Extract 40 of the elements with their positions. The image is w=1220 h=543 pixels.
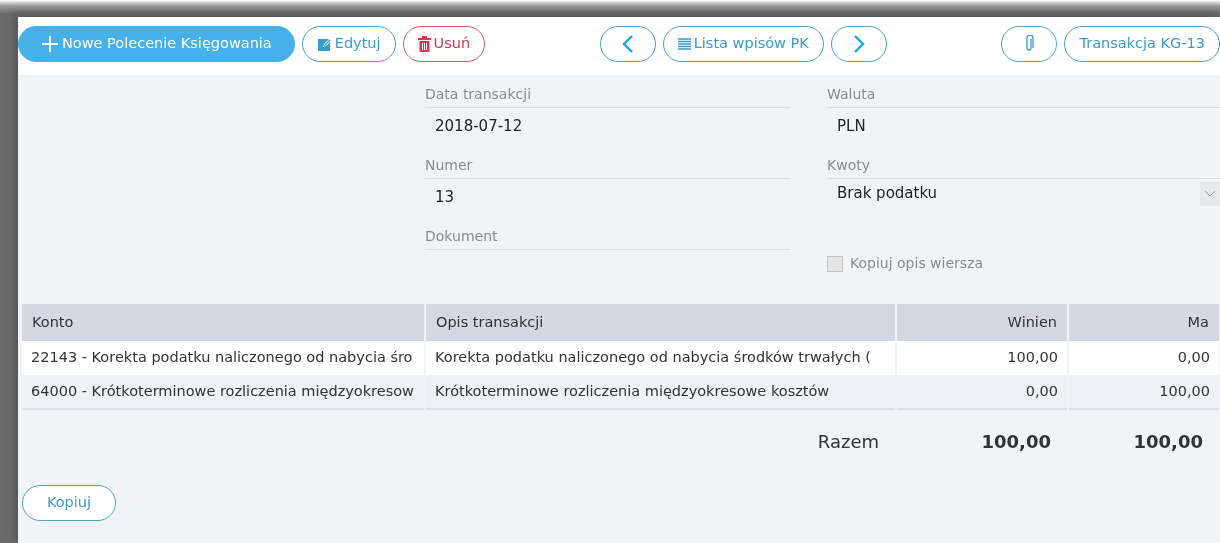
toolbar-button[interactable]: Transakcja KG-13	[1064, 26, 1220, 62]
field-label: Dokument	[425, 226, 790, 250]
column-header[interactable]: Opis transakcji	[425, 304, 896, 341]
delete-button[interactable]: Usuń	[402, 26, 486, 62]
table-cell: Korekta podatku naliczonego od nabycia środków trwałych (	[425, 341, 896, 375]
trash-icon	[417, 36, 431, 52]
total-label: Razem	[816, 430, 880, 454]
field-label: Waluta	[827, 84, 1220, 108]
table-cell: 64000 - Krótkoterminowe rozliczenia międzyokresow	[22, 375, 425, 409]
edit-icon	[316, 36, 332, 52]
paperclip-icon	[1024, 35, 1035, 53]
chevron-right-icon	[852, 34, 865, 54]
attach-button[interactable]	[1001, 26, 1058, 62]
select-field[interactable]: Brak podatku	[827, 179, 1220, 223]
field-value: 13	[434, 187, 456, 208]
field-label: Numer	[425, 155, 790, 179]
table-cell: 100,00	[896, 341, 1068, 375]
table-cell: 22143 - Korekta podatku naliczonego od nabycia śro	[22, 341, 425, 375]
field-label: Data transakcji	[425, 84, 790, 108]
chevron-left-icon	[621, 34, 634, 54]
field-value: 2018-07-12	[434, 116, 524, 137]
column-header[interactable]: Konto	[22, 304, 425, 341]
checkbox-label: Kopiuj opis wiersza	[850, 254, 984, 273]
field-value: PLN	[836, 116, 867, 137]
previous-button[interactable]	[599, 26, 656, 62]
plus-icon	[41, 35, 59, 53]
next-button[interactable]	[830, 26, 887, 62]
toolbar-button[interactable]: Lista wpisów PK	[662, 26, 824, 62]
column-header[interactable]: Ma	[1068, 304, 1220, 341]
table-cell: Krótkoterminowe rozliczenia międzyokresowe kosztów	[425, 375, 896, 409]
table-cell: 0,00	[1068, 341, 1220, 375]
toolbar-button[interactable]: Edytuj	[301, 26, 396, 62]
copy-button[interactable]: Kopiuj	[22, 485, 116, 521]
column-header[interactable]: Winien	[896, 304, 1068, 341]
field-label: Kwoty	[827, 155, 1220, 179]
table-cell: 100,00	[1068, 375, 1220, 409]
total-value: 100,00	[1132, 430, 1204, 454]
total-value: 100,00	[980, 430, 1052, 454]
table-cell: 0,00	[896, 375, 1068, 409]
list-icon	[677, 37, 691, 51]
